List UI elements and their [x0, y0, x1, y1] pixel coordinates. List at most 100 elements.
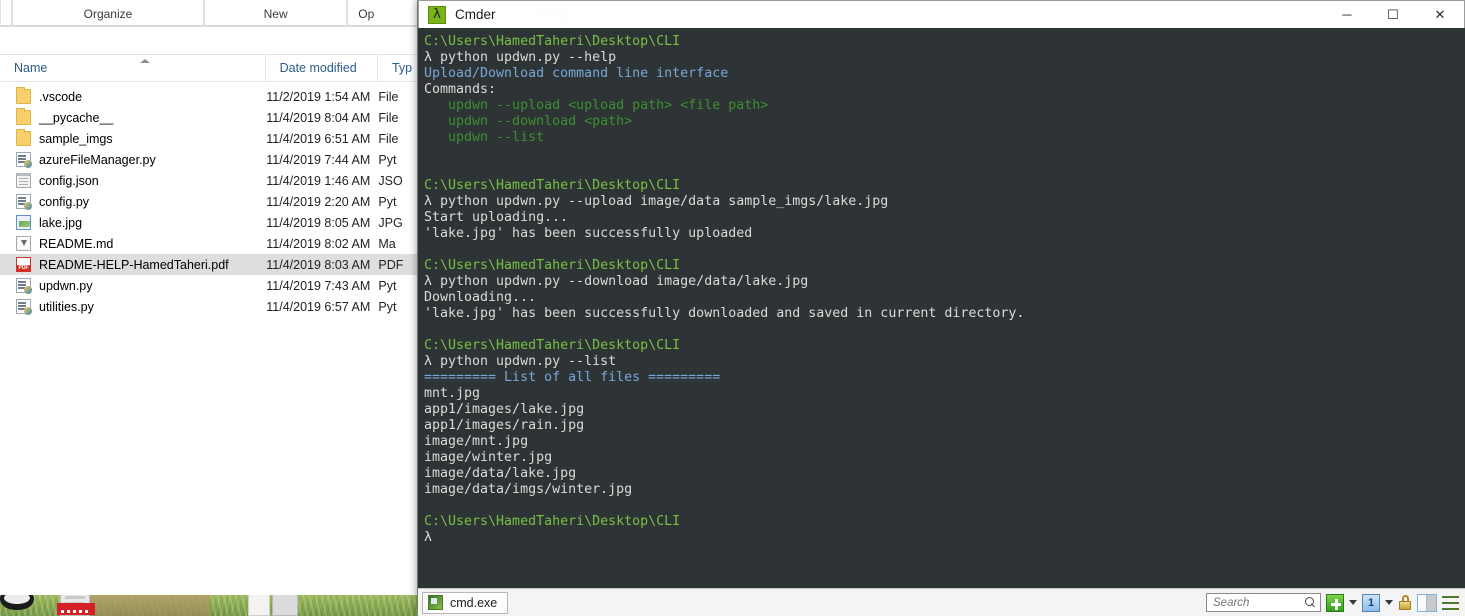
file-date-cell: 11/4/2019 8:04 AM: [266, 110, 371, 125]
file-row[interactable]: .vscode 11/2/2019 1:54 AM File: [0, 86, 417, 107]
search-box[interactable]: [1206, 593, 1321, 612]
terminal-line: λ python updwn.py --download image/data/…: [424, 274, 809, 289]
window-controls: ─ ☐ ✕: [1324, 1, 1464, 29]
column-header-type[interactable]: Typ: [378, 55, 417, 82]
status-bar-tools: 1: [1206, 593, 1461, 612]
file-row[interactable]: config.py 11/4/2019 2:20 AM Pyt: [0, 191, 417, 212]
lock-icon[interactable]: [1398, 594, 1412, 611]
ribbon-divider: [0, 25, 417, 26]
terminal-line: updwn --download <path>: [424, 114, 633, 129]
file-type-cell: Pyt: [378, 194, 397, 209]
file-row[interactable]: README-HELP-HamedTaheri.pdf 11/4/2019 8:0…: [0, 254, 417, 275]
python-icon: [16, 278, 32, 294]
terminal-line: image/winter.jpg: [424, 450, 553, 465]
terminal-line: updwn --list: [424, 130, 545, 145]
lambda-glyph: λ: [433, 7, 441, 22]
python-icon: [16, 299, 32, 315]
file-name-cell: config.py: [0, 194, 266, 210]
terminal-output[interactable]: C:\Users\HamedTaheri\Desktop\CLI λ python…: [418, 28, 1465, 588]
file-name-cell: utilities.py: [0, 299, 266, 315]
close-button[interactable]: ✕: [1416, 1, 1464, 29]
ribbon-group-organize[interactable]: Organize: [11, 0, 204, 27]
file-name-label: lake.jpg: [39, 215, 83, 230]
terminal-line: app1/images/rain.jpg: [424, 418, 585, 433]
file-row[interactable]: __pycache__ 11/4/2019 8:04 AM File: [0, 107, 417, 128]
terminal-line: C:\Users\HamedTaheri\Desktop\CLI: [424, 34, 681, 49]
search-icon: [1305, 597, 1316, 608]
explorer-file-list[interactable]: .vscode 11/2/2019 1:54 AM File __pycache__ 1…: [0, 82, 417, 317]
file-type-cell: File: [378, 131, 399, 146]
minimize-button[interactable]: ─: [1324, 1, 1370, 29]
terminal-tab-cmd[interactable]: cmd.exe: [422, 591, 509, 614]
file-name-label: sample_imgs: [39, 131, 113, 146]
file-row[interactable]: sample_imgs 11/4/2019 6:51 AM File: [0, 128, 417, 149]
terminal-line: C:\Users\HamedTaheri\Desktop\CLI: [424, 258, 681, 273]
search-input[interactable]: [1213, 596, 1305, 609]
terminal-line: image/data/imgs/winter.jpg: [424, 482, 633, 497]
console-list-chevron-down-icon[interactable]: [1385, 600, 1393, 605]
explorer-address-bar[interactable]: [0, 27, 417, 55]
python-icon: [16, 152, 32, 168]
desktop-icon-document[interactable]: [57, 592, 95, 616]
file-name-cell: __pycache__: [0, 108, 266, 125]
file-date-cell: 11/4/2019 6:51 AM: [266, 131, 371, 146]
maximize-button[interactable]: ☐: [1370, 1, 1416, 29]
explorer-ribbon: Organize New Op: [0, 0, 417, 27]
file-type-cell: Pyt: [378, 278, 397, 293]
sort-ascending-icon: [140, 58, 150, 63]
file-name-label: README-HELP-HamedTaheri.pdf: [39, 257, 229, 272]
terminal-line: image/mnt.jpg: [424, 434, 529, 449]
terminal-line: app1/images/lake.jpg: [424, 402, 585, 417]
file-name-cell: config.json: [0, 173, 266, 188]
file-type-cell: JSO: [378, 173, 403, 188]
ribbon-group-organize-label: Organize: [83, 6, 133, 21]
ghost-select-text: Select: [533, 7, 570, 22]
terminal-line: 'lake.jpg' has been successfully downloa…: [424, 306, 1025, 321]
column-header-date-modified[interactable]: Date modified: [266, 54, 378, 82]
file-date-cell: 11/4/2019 7:44 AM: [266, 152, 371, 167]
terminal-line: λ python updwn.py --upload image/data sa…: [424, 194, 889, 209]
file-row[interactable]: README.md 11/4/2019 8:02 AM Ma: [0, 233, 417, 254]
column-header-type-label: Typ: [391, 60, 413, 75]
file-row[interactable]: config.json 11/4/2019 1:46 AM JSO: [0, 170, 417, 191]
cmder-window[interactable]: λ Cmder Select ─ ☐ ✕ C:\Users\HamedTaher…: [418, 0, 1465, 616]
console-icon: [428, 595, 443, 610]
new-console-chevron-down-icon[interactable]: [1349, 600, 1357, 605]
cmder-title-bar[interactable]: λ Cmder Select ─ ☐ ✕: [418, 0, 1465, 28]
ribbon-group-clipboard[interactable]: [0, 0, 12, 27]
file-type-cell: JPG: [378, 215, 403, 230]
file-date-cell: 11/4/2019 8:05 AM: [266, 215, 371, 230]
file-row[interactable]: lake.jpg 11/4/2019 8:05 AM JPG: [0, 212, 417, 233]
menu-icon[interactable]: [1442, 595, 1459, 610]
file-date-cell: 11/4/2019 8:03 AM: [266, 257, 371, 272]
terminal-line: λ python updwn.py --help: [424, 50, 617, 65]
screen: Organize New Op Name Date modified Typ .: [0, 0, 1465, 616]
file-type-cell: Pyt: [378, 152, 397, 167]
ribbon-group-new[interactable]: New: [204, 0, 348, 27]
column-header-name-label: Name: [14, 60, 48, 75]
file-name-label: README.md: [39, 236, 114, 251]
terminal-line: updwn --upload <upload path> <file path>: [424, 98, 769, 113]
file-type-cell: File: [378, 89, 399, 104]
file-type-cell: Pyt: [378, 299, 397, 314]
file-type-cell: Ma: [378, 236, 396, 251]
file-row[interactable]: azureFileManager.py 11/4/2019 7:44 AM Pyt: [0, 149, 417, 170]
column-header-name[interactable]: Name: [0, 54, 266, 82]
terminal-line: C:\Users\HamedTaheri\Desktop\CLI: [424, 514, 681, 529]
file-date-cell: 11/4/2019 1:46 AM: [266, 173, 371, 188]
file-row[interactable]: updwn.py 11/4/2019 7:43 AM Pyt: [0, 275, 417, 296]
desktop-icon-folder[interactable]: [272, 592, 298, 616]
file-name-cell: README.md: [0, 236, 266, 251]
file-name-cell: updwn.py: [0, 278, 266, 294]
split-panel-icon[interactable]: [1417, 593, 1437, 612]
active-console-button[interactable]: 1: [1362, 593, 1380, 612]
file-date-cell: 11/4/2019 7:43 AM: [266, 278, 371, 293]
file-row[interactable]: utilities.py 11/4/2019 6:57 AM Pyt: [0, 296, 417, 317]
file-name-label: azureFileManager.py: [39, 152, 156, 167]
ribbon-group-open[interactable]: Op: [347, 0, 417, 27]
file-explorer-window[interactable]: Organize New Op Name Date modified Typ .: [0, 0, 418, 595]
new-console-button[interactable]: [1326, 593, 1344, 612]
